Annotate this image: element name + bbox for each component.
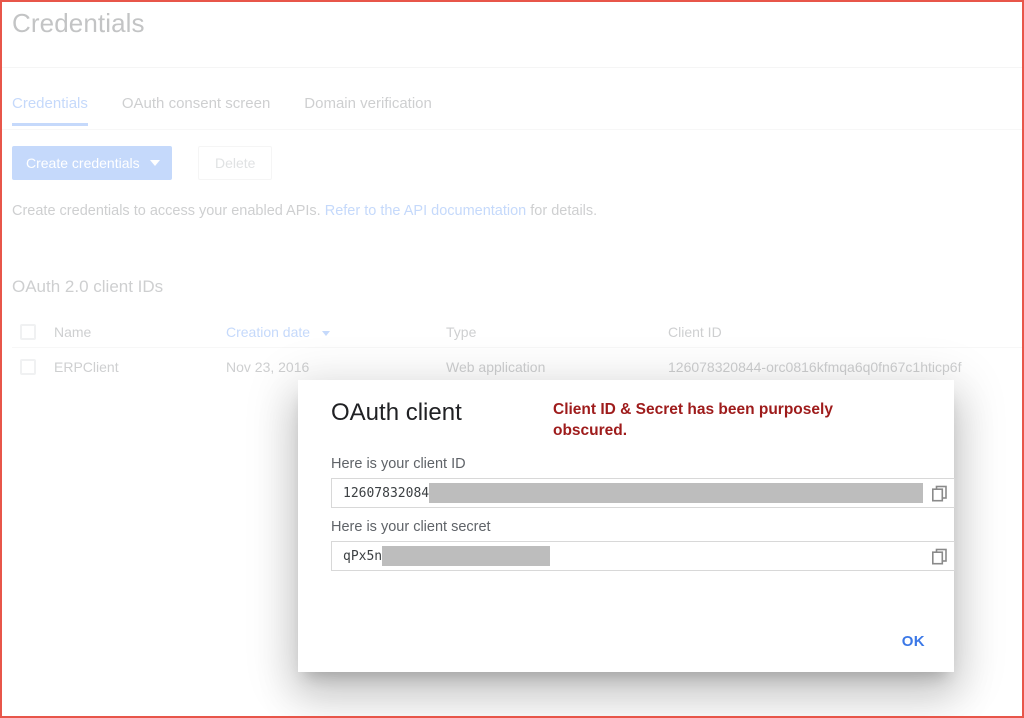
hint-text-after: for details.: [526, 203, 598, 219]
select-all-checkbox[interactable]: [20, 324, 36, 340]
copy-icon[interactable]: [928, 545, 951, 568]
client-id-redaction-bar: [429, 483, 924, 503]
ok-button-label: OK: [901, 633, 925, 650]
create-credentials-label: Create credentials: [26, 155, 140, 171]
client-id-label: Here is your client ID: [331, 456, 466, 472]
copy-icon[interactable]: [928, 482, 951, 505]
tab-bar: Credentials OAuth consent screen Domain …: [12, 95, 466, 126]
cell-name: ERPClient: [54, 359, 119, 375]
client-id-field[interactable]: 12607832084: [331, 478, 955, 508]
tab-domain-verification[interactable]: Domain verification: [304, 95, 432, 126]
ok-button[interactable]: OK: [890, 625, 937, 658]
dialog-title: OAuth client: [331, 399, 462, 426]
chevron-down-icon: [149, 160, 160, 166]
cell-client-id: 126078320844-orc0816kfmqa6q0fn67c1hticp6…: [668, 359, 962, 375]
delete-label: Delete: [215, 155, 256, 171]
tab-bar-divider: [2, 129, 1022, 130]
client-secret-field[interactable]: qPx5n: [331, 541, 955, 571]
column-header-creation-date-label: Creation date: [226, 324, 311, 340]
oauth-client-ids-table: Name Creation date Type Client ID ERPCli…: [12, 317, 1022, 386]
column-header-type[interactable]: Type: [446, 324, 668, 340]
cell-type: Web application: [446, 359, 546, 375]
credentials-hint: Create credentials to access your enable…: [12, 203, 597, 219]
tab-credentials-label: Credentials: [12, 95, 88, 112]
tab-domain-verification-label: Domain verification: [304, 95, 432, 112]
column-header-creation-date[interactable]: Creation date: [226, 324, 446, 340]
screenshot-frame: Credentials Credentials OAuth consent sc…: [0, 0, 1024, 718]
cell-creation-date: Nov 23, 2016: [226, 359, 310, 375]
client-secret-value: qPx5n: [343, 548, 383, 564]
table-header-row: Name Creation date Type Client ID: [12, 317, 1022, 348]
hint-text-before: Create credentials to access your enable…: [12, 203, 325, 219]
section-title-oauth-client-ids: OAuth 2.0 client IDs: [12, 277, 164, 296]
client-secret-label: Here is your client secret: [331, 519, 491, 535]
tab-oauth-consent-screen[interactable]: OAuth consent screen: [122, 95, 270, 126]
create-credentials-button[interactable]: Create credentials: [12, 146, 172, 180]
oauth-client-dialog: OAuth client Client ID & Secret has been…: [298, 380, 955, 672]
column-header-client-id[interactable]: Client ID: [668, 324, 1022, 340]
client-secret-redaction-bar: [382, 546, 551, 566]
api-documentation-link[interactable]: Refer to the API documentation: [325, 203, 527, 219]
delete-button[interactable]: Delete: [198, 146, 273, 180]
row-select-checkbox[interactable]: [20, 359, 36, 375]
header-divider: [2, 67, 1022, 68]
column-header-name[interactable]: Name: [54, 324, 226, 340]
obscured-annotation: Client ID & Secret has been purposely ob…: [553, 401, 833, 439]
tab-credentials[interactable]: Credentials: [12, 95, 88, 126]
sort-descending-icon: [321, 330, 330, 336]
client-id-value: 12607832084: [343, 485, 430, 501]
tab-oauth-consent-screen-label: OAuth consent screen: [121, 95, 271, 112]
page-title: Credentials: [12, 8, 145, 38]
